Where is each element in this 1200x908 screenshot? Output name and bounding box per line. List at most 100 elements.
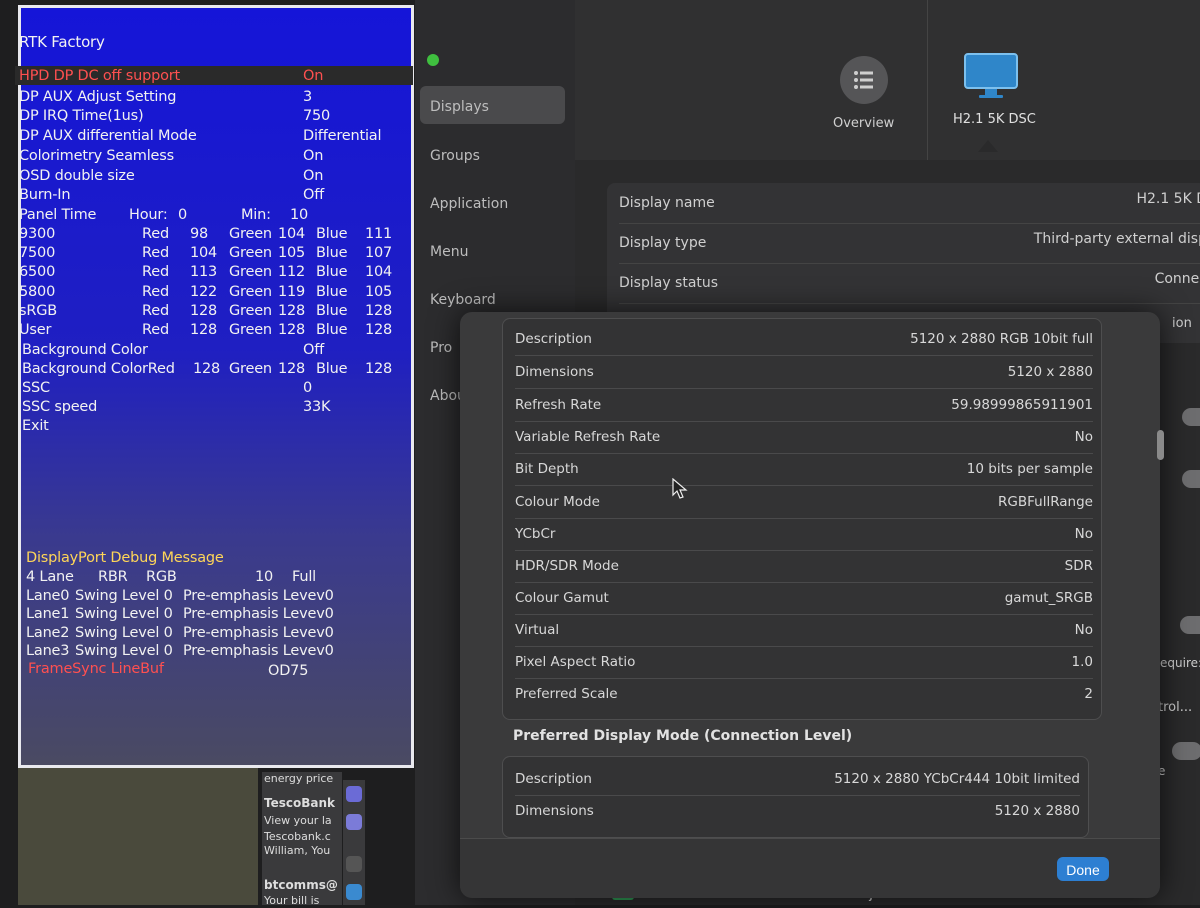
row-value: No — [1074, 622, 1093, 638]
info-label: Display type — [619, 235, 707, 251]
sidebar-item-menu[interactable]: Menu — [430, 244, 468, 260]
osd-content: RTK Factory HPD DP DC off support On DP … — [18, 5, 414, 768]
partial-button-c[interactable]: trol... — [1158, 700, 1192, 715]
row-label: Dimensions — [515, 364, 594, 380]
toggle-switch[interactable] — [1182, 470, 1200, 488]
osd-min-value: 10 — [290, 207, 309, 223]
osd-item-label[interactable]: DP IRQ Time(1us) — [19, 108, 144, 124]
osd-ct-name[interactable]: 6500 — [19, 264, 55, 280]
osd-ct-name[interactable]: 5800 — [19, 284, 55, 300]
osd-item-label[interactable]: Colorimetry Seamless — [19, 148, 174, 164]
mail-preview: energy price — [264, 772, 334, 785]
row-label: Variable Refresh Rate — [515, 429, 661, 445]
osd-bg-color-label[interactable]: Background Color — [22, 342, 148, 358]
row-label: YCbCr — [515, 526, 556, 542]
dock-strip — [343, 780, 365, 905]
osd-blue-label: Blue — [316, 303, 348, 319]
sheet-footer — [460, 838, 1160, 898]
osd-exit[interactable]: Exit — [22, 418, 49, 434]
osd-swing: Swing Level 0 — [75, 625, 173, 641]
osd-ssc-value: 0 — [303, 380, 313, 396]
osd-item-label[interactable]: OSD double size — [19, 168, 135, 184]
osd-item-label[interactable]: DP AUX Adjust Setting — [19, 89, 176, 105]
osd-swing: Swing Level 0 — [75, 643, 173, 659]
osd-debug-format: RGB — [146, 569, 177, 585]
row-label: Virtual — [515, 622, 560, 638]
osd-title: RTK Factory — [19, 33, 105, 51]
osd-ct-name[interactable]: sRGB — [19, 303, 57, 319]
sidebar-item-keyboard[interactable]: Keyboard — [430, 292, 496, 308]
osd-min-label: Min: — [241, 207, 271, 223]
osd-bg-color-red-label[interactable]: Background ColorRed — [22, 361, 175, 377]
osd-ct-name[interactable]: User — [19, 322, 51, 338]
osd-hour-value: 0 — [178, 207, 188, 223]
done-button[interactable]: Done — [1057, 857, 1109, 881]
info-row-display-status: Display status Connec — [619, 263, 1200, 304]
mail-sender[interactable]: btcomms@ — [264, 878, 338, 892]
osd-item-value: 750 — [303, 108, 331, 124]
row-bit-depth: Bit Depth 10 bits per sample — [515, 453, 1093, 486]
osd-panel-time-label[interactable]: Panel Time — [19, 207, 96, 223]
sidebar-item-groups[interactable]: Groups — [430, 148, 480, 164]
info-row-display-name: Display name H2.1 5K D — [619, 183, 1200, 224]
osd-swing: Swing Level 0 — [75, 588, 173, 604]
osd-pre-emphasis: Pre-emphasis Levev0 — [183, 588, 334, 604]
app-icon[interactable] — [346, 884, 362, 900]
osd-lane: Lane1 — [26, 606, 70, 622]
list-icon — [854, 71, 873, 89]
sidebar-item-displays[interactable]: Displays — [430, 99, 489, 115]
mail-preview: Tescobank.c — [264, 830, 331, 843]
photo-background — [18, 768, 258, 905]
mail-preview: William, You — [264, 844, 331, 857]
info-value: Connec — [1154, 271, 1200, 287]
row-label: Colour Mode — [515, 494, 600, 510]
osd-green-label: Green — [229, 284, 272, 300]
row-label: Colour Gamut — [515, 590, 609, 606]
osd-ssc-speed-label[interactable]: SSC speed — [22, 399, 97, 415]
osd-red-label: Red — [142, 264, 169, 280]
osd-green-value: 128 — [278, 303, 306, 319]
lock-icon[interactable] — [346, 856, 362, 872]
osd-red-value: 122 — [190, 284, 218, 300]
osd-item-label[interactable]: Burn-In — [19, 187, 71, 203]
row-value: gamut_SRGB — [1004, 590, 1093, 606]
row-label: Dimensions — [515, 803, 594, 819]
osd-green-label: Green — [229, 245, 272, 261]
osd-red-label: Red — [142, 245, 169, 261]
osd-lane: Lane2 — [26, 625, 70, 641]
preferred-mode-title: Preferred Display Mode (Connection Level… — [513, 728, 853, 744]
row-label: Description — [515, 331, 592, 347]
osd-green-label: Green — [229, 303, 272, 319]
toolbar: Overview H2.1 5K DSC — [575, 0, 1200, 161]
toggle-switch[interactable] — [1172, 742, 1200, 760]
row-variable-refresh-rate: Variable Refresh Rate No — [515, 421, 1093, 454]
monitor-icon — [964, 53, 1018, 98]
sheet-scrollbar[interactable] — [1157, 430, 1164, 460]
osd-item-label[interactable]: DP AUX differential Mode — [19, 128, 197, 144]
osd-framesync: FrameSync LineBuf — [28, 661, 164, 677]
osd-debug-bits: 10 — [255, 569, 274, 585]
toggle-switch[interactable] — [1180, 616, 1200, 634]
row-value: 2 — [1084, 686, 1093, 702]
osd-item-value: Off — [303, 187, 325, 203]
osd-ssc-label[interactable]: SSC — [22, 380, 50, 396]
osd-debug-rate: RBR — [98, 569, 128, 585]
osd-red-value: 98 — [190, 226, 209, 242]
toolbar-divider — [927, 0, 928, 160]
row-description: Description 5120 x 2880 RGB 10bit full — [515, 323, 1093, 356]
overview-button[interactable] — [840, 56, 888, 104]
osd-blue-label: Blue — [316, 361, 348, 377]
toggle-switch[interactable] — [1182, 408, 1200, 426]
osd-ct-name[interactable]: 7500 — [19, 245, 55, 261]
mail-sender[interactable]: TescoBank — [264, 796, 335, 810]
row-description: Description 5120 x 2880 YCbCr444 10bit li… — [515, 763, 1080, 796]
sidebar-item-pro[interactable]: Pro — [430, 340, 452, 356]
hourglass-icon[interactable] — [346, 814, 362, 830]
moon-icon[interactable] — [346, 786, 362, 802]
sidebar-item-application[interactable]: Application — [430, 196, 508, 212]
preferred-mode-group: Description 5120 x 2880 YCbCr444 10bit li… — [502, 756, 1089, 838]
display-tab[interactable] — [963, 52, 1023, 106]
display-tab-label: H2.1 5K DSC — [953, 112, 1036, 127]
osd-ct-name[interactable]: 9300 — [19, 226, 55, 242]
osd-item-label[interactable]: HPD DP DC off support — [19, 68, 180, 84]
